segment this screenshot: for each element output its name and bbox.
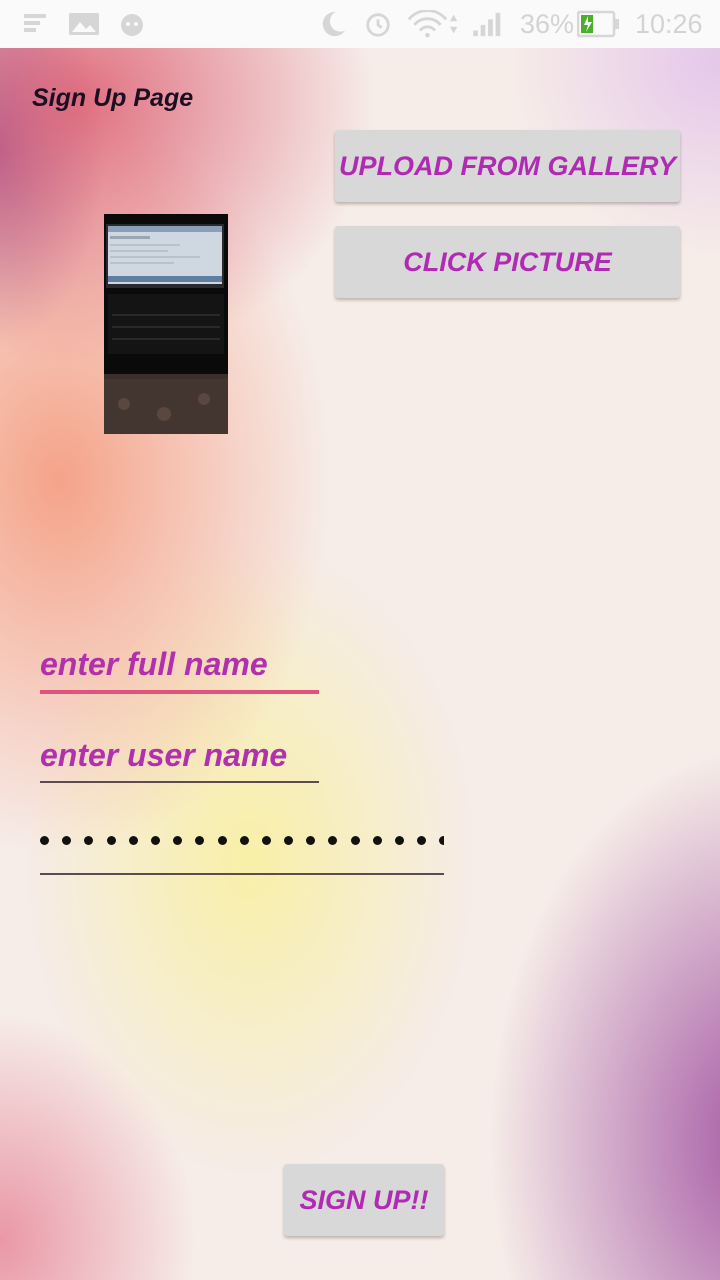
laptop-photo-image [104,214,228,434]
profile-photo-preview [104,214,228,434]
password-mask-dot [284,836,294,846]
notification-icon [24,14,46,32]
password-mask-dot [173,836,183,846]
page-title: Sign Up Page [32,84,194,112]
password-mask-dot [261,836,271,846]
status-bar: 36% 10:26 [0,0,720,48]
password-mask-dot [128,836,138,846]
password-mask-dot [239,836,249,846]
full-name-underline [40,690,319,694]
upload-from-gallery-button[interactable]: UPLOAD FROM GALLERY [335,130,680,202]
battery-icon [577,10,619,38]
full-name-input[interactable]: enter full name [40,646,268,683]
password-mask-dot [195,836,205,846]
password-mask-dot [84,836,94,846]
user-name-input[interactable]: enter user name [40,737,287,774]
sign-up-button[interactable]: SIGN UP!! [284,1164,444,1236]
password-mask-dot [306,836,316,846]
password-underline [40,873,444,875]
password-mask-dot [217,836,227,846]
password-mask-dot [106,836,116,846]
wifi-icon [407,10,458,38]
password-input[interactable] [40,832,444,860]
android-icon [121,14,143,36]
password-mask-dot [150,836,160,846]
signal-icon [473,12,501,37]
password-mask-dot [395,836,404,846]
password-mask-dot [417,836,427,846]
clock: 10:26 [635,9,703,39]
password-mask-dot [328,836,338,846]
battery-percent: 36% [520,9,575,39]
password-mask-dot [439,836,444,846]
password-mask-dot [40,836,49,846]
password-mask-dot [62,836,72,846]
image-icon [69,13,99,35]
alarm-icon [366,13,390,37]
moon-icon [322,11,346,37]
password-mask-dot [350,836,360,846]
user-name-underline [40,781,319,783]
click-picture-button[interactable]: CLICK PICTURE [335,226,680,298]
password-mask-dot [372,836,382,846]
